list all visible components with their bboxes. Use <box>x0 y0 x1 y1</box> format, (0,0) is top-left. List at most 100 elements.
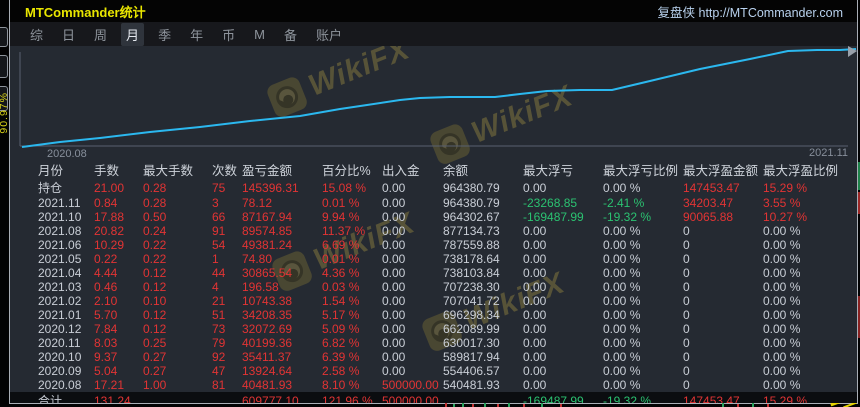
table-row[interactable]: 2020.08 17.21 1.00 81 40481.93 8.10 % 500000.0… <box>10 378 857 392</box>
column-header[interactable]: 次数 <box>212 160 242 179</box>
table-cell: 0.12 <box>143 322 167 336</box>
table-cell: 0.00 % <box>603 378 641 392</box>
column-header[interactable]: 百分比% <box>322 160 382 179</box>
table-row[interactable]: 2020.11 8.03 0.25 79 40199.36 6.82 % 0.00 63001… <box>10 336 857 350</box>
table-row[interactable]: 2020.12 7.84 0.12 73 32072.69 5.09 % 0.00 66208… <box>10 322 857 336</box>
table-cell: 0.00 <box>523 350 547 364</box>
table-cell: 877134.73 <box>443 224 500 238</box>
table-cell: 196.58 <box>242 280 279 294</box>
table-cell: 0.00 <box>382 350 406 364</box>
table-cell: 0.00 % <box>603 280 641 294</box>
table-cell: 0.25 <box>143 336 167 350</box>
table-cell: 0.00 <box>523 322 547 336</box>
table-cell: 0.00 % <box>603 364 641 378</box>
column-header[interactable]: 月份 <box>10 160 94 179</box>
table-cell: 707041.72 <box>443 294 500 308</box>
table-cell: 79 <box>212 336 226 350</box>
table-cell: 0.00 <box>523 280 547 294</box>
table-cell: 0.00 <box>523 308 547 322</box>
table-cell: 0.00 % <box>763 308 801 322</box>
table-cell: 2021.11 <box>38 196 81 210</box>
table-row[interactable]: 2021.11 0.84 0.28 3 78.12 0.01 % 0.00 964380.79… <box>10 196 857 210</box>
table-cell: 0.00 % <box>763 294 801 308</box>
table-cell: 0.00 % <box>603 336 641 350</box>
table-cell: 0 <box>683 224 690 238</box>
table-cell: 66 <box>212 210 226 224</box>
table-row[interactable]: 2021.08 20.82 0.24 91 89574.85 11.37 % 0.00 877… <box>10 224 857 238</box>
table-row[interactable]: 2021.02 2.10 0.10 21 10743.38 1.54 % 0.00 70704… <box>10 294 857 308</box>
table-row[interactable]: 2021.06 10.29 0.22 54 49381.24 6.69 % 0.00 7875… <box>10 238 857 252</box>
menu-item-周[interactable]: 周 <box>89 23 112 46</box>
table-cell: 0.00 % <box>603 180 641 195</box>
column-header[interactable]: 出入金 <box>382 160 443 179</box>
title-bar[interactable]: MTCommander统计 复盘侠 http://MTCommander.com <box>10 0 857 22</box>
table-header-row: 月份 手数 最大手数 次数 盈亏金额 百分比% 出入金 余额 最大浮亏 最大浮亏比例 最大浮盈金额最… <box>10 160 857 179</box>
table-cell: 6.82 % <box>322 336 360 350</box>
menu-item-季[interactable]: 季 <box>153 23 176 46</box>
table-cell: 75 <box>212 180 226 195</box>
background-artifact <box>752 403 754 407</box>
table-row[interactable]: 2020.10 9.37 0.27 92 35411.37 6.39 % 0.00 58981… <box>10 350 857 364</box>
menu-item-综[interactable]: 综 <box>25 23 48 46</box>
table-cell: 13924.64 <box>242 364 293 378</box>
table-cell: 0.00 <box>523 180 547 195</box>
menu-item-备[interactable]: 备 <box>279 23 302 46</box>
table-cell: 89574.85 <box>242 224 293 238</box>
menu-item-年[interactable]: 年 <box>185 23 208 46</box>
table-cell: 5.70 <box>94 308 118 322</box>
table-cell: 2021.04 <box>38 266 82 280</box>
column-header[interactable]: 手数 <box>94 160 143 179</box>
table-cell: 15.29 % <box>763 392 857 403</box>
table-total-row[interactable]: 合计 131.24 609777.10 121.96 % 500000.00 -16948… <box>10 392 857 403</box>
table-cell <box>143 392 212 403</box>
table-cell: 0.00 <box>523 266 547 280</box>
table-cell: 30865.54 <box>242 266 293 280</box>
menu-item-币[interactable]: 币 <box>217 23 240 46</box>
table-cell: 0 <box>683 378 690 392</box>
table-cell: 32072.69 <box>242 322 293 336</box>
table-cell: 5.09 % <box>322 322 360 336</box>
table-row[interactable]: 2021.04 4.44 0.12 44 30865.54 4.36 % 0.00 73810… <box>10 266 857 280</box>
column-header[interactable]: 最大浮盈金额 <box>683 160 763 179</box>
table-cell: 0.00 <box>523 238 547 252</box>
column-header[interactable]: 盈亏金额 <box>242 160 322 179</box>
menu-item-账户[interactable]: 账户 <box>311 23 347 46</box>
column-header[interactable]: 最大浮亏比例 <box>603 160 683 179</box>
table-cell: 9.94 % <box>322 210 360 224</box>
column-header[interactable]: 最大浮亏 <box>523 160 603 179</box>
table-row[interactable]: 持仓 21.00 0.28 75 145396.31 15.08 % 0.00 964380.… <box>10 179 857 196</box>
table-cell: 0.00 <box>523 364 547 378</box>
table-cell: 2021.01 <box>38 308 82 322</box>
menu-item-月[interactable]: 月 <box>121 22 145 46</box>
menu-bar: 综日周月季年币 M 备账户 <box>10 22 857 46</box>
table-row[interactable]: 2021.10 17.88 0.50 66 87167.94 9.94 % 0.00 9643… <box>10 210 857 224</box>
table-cell: 0.00 % <box>603 252 641 266</box>
menu-item-日[interactable]: 日 <box>57 23 80 46</box>
table-cell: -19.32 % <box>603 210 652 224</box>
column-header[interactable]: 最大手数 <box>143 160 212 179</box>
table-cell: 0.00 % <box>603 308 641 322</box>
table-body: 持仓 21.00 0.28 75 145396.31 15.08 % 0.00 964380.… <box>10 179 857 403</box>
table-cell: 0 <box>683 238 690 252</box>
table-row[interactable]: 2020.09 5.04 0.27 47 13924.64 2.58 % 0.00 55440… <box>10 364 857 378</box>
table-cell: 73 <box>212 322 226 336</box>
table-cell: 147453.47 <box>683 392 763 403</box>
table-row[interactable]: 2021.01 5.70 0.12 51 34208.35 5.17 % 0.00 69629… <box>10 308 857 322</box>
content-area: WikiFX WikiFX WikiFX WikiFX 2020.08 2021… <box>10 46 857 403</box>
table-cell: 10743.38 <box>242 294 293 308</box>
brand-link[interactable]: 复盘侠 http://MTCommander.com <box>658 2 843 21</box>
column-header[interactable]: 最大浮盈比例 <box>763 160 857 179</box>
table-cell: 0.22 <box>94 252 118 266</box>
table-cell: 1 <box>212 252 219 266</box>
table-cell: 92 <box>212 350 226 364</box>
column-header[interactable]: 余额 <box>443 160 523 179</box>
table-row[interactable]: 2021.05 0.22 0.22 1 74.80 0.01 % 0.00 738178.64… <box>10 252 857 266</box>
table-row[interactable]: 2021.03 0.46 0.12 4 196.58 0.03 % 0.00 707238.3… <box>10 280 857 294</box>
x-axis-start-label: 2020.08 <box>47 148 87 160</box>
table-cell: 4.44 <box>94 266 118 280</box>
table-cell: 3 <box>212 196 219 210</box>
table-cell: 17.88 <box>94 210 125 224</box>
table-cell: 2020.11 <box>38 336 81 350</box>
menu-item-M[interactable]: M <box>249 25 270 44</box>
table-cell: 2021.06 <box>38 238 82 252</box>
